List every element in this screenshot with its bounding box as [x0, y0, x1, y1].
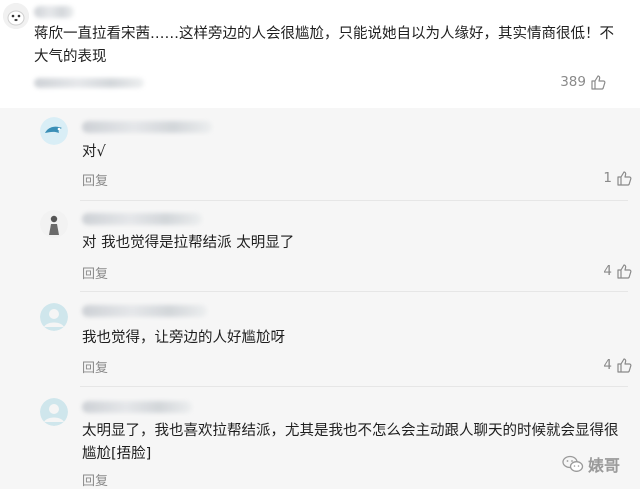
reply-username-blurred: [82, 121, 212, 133]
default-avatar-icon: [40, 303, 68, 331]
reply-divider: [80, 200, 628, 201]
reply-like-count: 1: [603, 170, 612, 186]
reply-avatar[interactable]: [40, 398, 68, 426]
main-meta-blurred: [34, 78, 144, 88]
reply-username-blurred: [82, 305, 207, 317]
reply-button[interactable]: 回复: [82, 170, 108, 189]
reply-avatar[interactable]: [40, 117, 68, 145]
reply-text: 对√: [82, 144, 106, 160]
watermark-text: 婊哥: [587, 456, 620, 475]
reply-button[interactable]: 回复: [82, 470, 108, 489]
thumb-up-icon[interactable]: [616, 357, 632, 373]
bird-avatar-icon: [40, 117, 68, 145]
reply-text: 我也觉得，让旁边的人好尴尬呀: [82, 330, 285, 346]
main-username-blurred: [34, 6, 74, 18]
watermark: 婊哥: [562, 452, 620, 476]
main-comment-text: 蒋欣一直拉看宋茜……这样旁边的人会很尴尬，只能说她自以为人缘好，其实情商很低！不…: [34, 26, 614, 65]
reply-divider: [80, 386, 628, 387]
person-avatar-icon: [40, 210, 68, 238]
default-avatar-icon: [40, 398, 68, 426]
reply-avatar[interactable]: [40, 303, 68, 331]
reply-text: 对 我也觉得是拉帮结派 太明显了: [82, 235, 295, 251]
dog-avatar-icon: [3, 3, 29, 29]
thumb-up-icon[interactable]: [590, 74, 606, 90]
reply-like-count: 4: [603, 263, 612, 279]
reply-like-count: 4: [603, 357, 612, 373]
reply-username-blurred: [82, 401, 192, 413]
reply-button[interactable]: 回复: [82, 263, 108, 282]
reply-button[interactable]: 回复: [82, 357, 108, 376]
main-avatar[interactable]: [3, 3, 29, 29]
thumb-up-icon[interactable]: [616, 170, 632, 186]
main-like-count: 389: [560, 74, 586, 90]
reply-avatar[interactable]: [40, 210, 68, 238]
reply-text: 太明显了，我也喜欢拉帮结派，尤其是我也不怎么会主动跟人聊天的时候就会显得很尴尬[…: [82, 423, 619, 462]
wechat-icon: [562, 455, 584, 472]
reply-divider: [80, 291, 628, 292]
reply-username-blurred: [82, 213, 202, 225]
thumb-up-icon[interactable]: [616, 263, 632, 279]
